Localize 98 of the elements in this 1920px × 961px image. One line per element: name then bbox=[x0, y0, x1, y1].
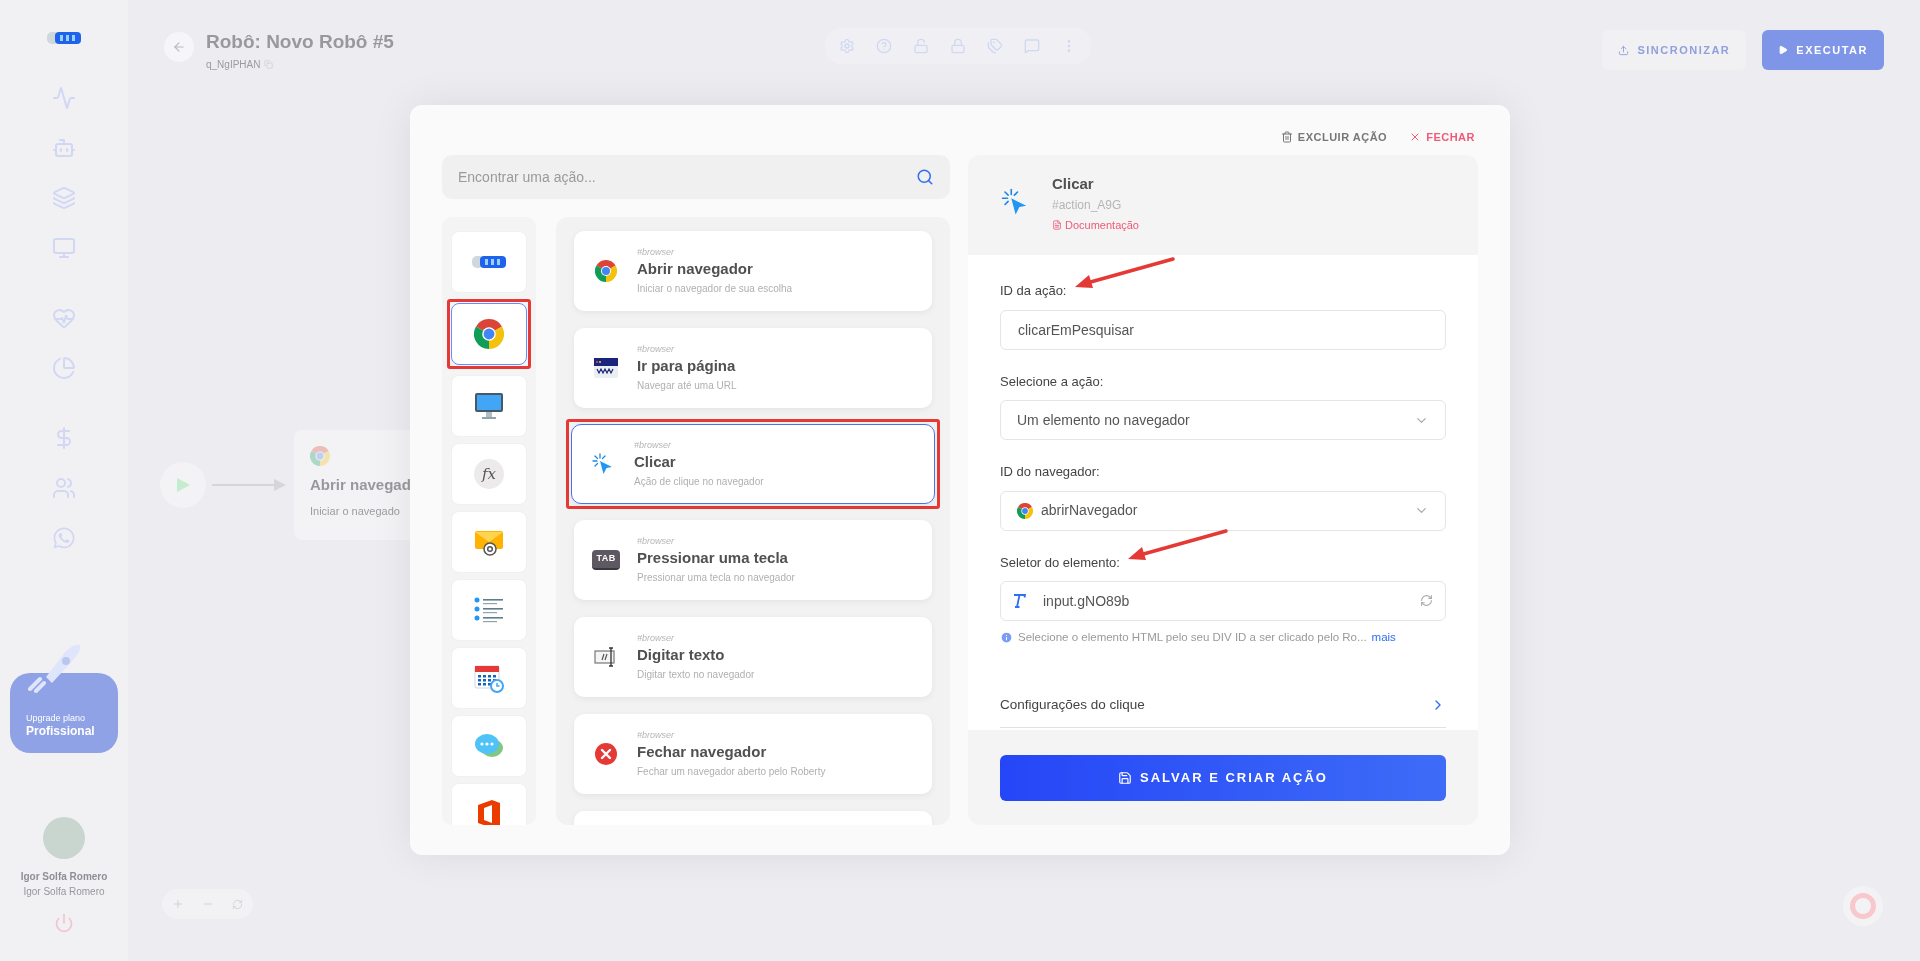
list-icon bbox=[474, 595, 504, 625]
robot-id: q_NgIPHAN bbox=[206, 57, 261, 72]
info-icon bbox=[1000, 631, 1013, 645]
field-hint: Selecione o elemento HTML pelo seu DIV ID a ser clicado pelo Ro... bbox=[1018, 630, 1367, 645]
zoom-in-icon[interactable] bbox=[172, 898, 184, 910]
start-node[interactable] bbox=[160, 462, 206, 508]
action-title: Clicar bbox=[634, 452, 677, 472]
more-link[interactable]: mais bbox=[1371, 629, 1396, 647]
detail-title: Clicar bbox=[1052, 174, 1095, 194]
function-icon: fx bbox=[474, 459, 504, 489]
chrome-icon bbox=[310, 446, 330, 466]
help-widget[interactable] bbox=[1843, 886, 1883, 926]
pulse-icon[interactable] bbox=[52, 86, 76, 110]
field-label: Selecione a ação: bbox=[1000, 372, 1104, 391]
tags-icon[interactable] bbox=[987, 38, 1004, 54]
web-page-icon bbox=[594, 358, 618, 378]
robot-title: Robô: Novo Robô #5 bbox=[206, 30, 394, 54]
field-label: Seletor do elemento: bbox=[1000, 553, 1120, 572]
save-icon bbox=[1118, 770, 1132, 785]
action-card[interactable]: #browser Fechar navegador Fechar um navegador aberto pelo Roberty bbox=[574, 714, 932, 794]
category-item[interactable]: fx bbox=[451, 443, 527, 505]
chrome-icon bbox=[595, 260, 617, 282]
action-description: Digitar texto no navegador bbox=[637, 667, 755, 682]
save-button[interactable]: SALVAR E CRIAR AÇÃO bbox=[1000, 754, 1446, 801]
action-description: Ação de clique no navegador bbox=[634, 474, 764, 489]
scanner-icon bbox=[472, 254, 506, 270]
click-settings-row[interactable]: Configurações do clique bbox=[1000, 682, 1446, 729]
action-card[interactable]: #browser Digitar texto Digitar texto no navegador bbox=[574, 617, 932, 697]
action-tag: #browser bbox=[634, 439, 764, 453]
back-arrow-icon bbox=[172, 40, 186, 54]
action-description: Navegar até uma URL bbox=[637, 378, 737, 393]
document-icon bbox=[1052, 219, 1062, 230]
play-icon bbox=[1778, 45, 1789, 55]
text-input-icon bbox=[594, 647, 618, 667]
search-field[interactable]: Encontrar uma ação... bbox=[442, 155, 950, 199]
action-title: Fechar navegador bbox=[637, 742, 768, 762]
field-label: ID da ação: bbox=[1000, 282, 1067, 300]
refresh-icon[interactable] bbox=[1420, 594, 1433, 607]
action-card[interactable]: #browser Abrir navegador Iniciar o navegador de sua escolha bbox=[574, 231, 932, 311]
calendar-clock-icon bbox=[474, 663, 504, 693]
robot-icon[interactable] bbox=[52, 136, 76, 160]
action-id-field[interactable]: clicarEmPesquisar bbox=[1000, 309, 1446, 350]
upgrade-label: Upgrade plano bbox=[26, 712, 87, 724]
action-tag: #browser bbox=[637, 343, 737, 357]
scanner-icon bbox=[47, 30, 81, 46]
key-icon: TAB bbox=[592, 550, 620, 570]
action-card[interactable]: TAB #browser Pressionar uma tecla Pressionar uma tecla no navegador bbox=[574, 520, 932, 600]
action-title: Abrir navegador bbox=[637, 259, 754, 279]
power-icon[interactable] bbox=[54, 913, 74, 933]
action-title: Digitar texto bbox=[637, 645, 726, 665]
action-id: #action_A9G bbox=[1052, 196, 1123, 214]
action-description: Iniciar o navegador de sua escolha bbox=[637, 281, 793, 296]
action-tag: #browser bbox=[637, 535, 795, 549]
search-icon[interactable] bbox=[916, 168, 934, 186]
play-icon bbox=[175, 477, 191, 493]
settings-icon[interactable] bbox=[839, 38, 856, 54]
action-title: Ir para página bbox=[637, 356, 737, 376]
pie-chart-icon[interactable] bbox=[52, 356, 76, 380]
help-icon[interactable] bbox=[876, 38, 893, 54]
selector-field[interactable]: input.gNO89b bbox=[1000, 581, 1446, 621]
action-description: Pressionar uma tecla no navegador bbox=[637, 570, 795, 585]
action-title: Pressionar uma tecla bbox=[637, 548, 789, 568]
layers-icon[interactable] bbox=[52, 186, 76, 210]
reset-icon[interactable] bbox=[232, 898, 243, 910]
action-description: Fechar um navegador aberto pelo Roberty bbox=[637, 764, 826, 779]
node-subtitle: Iniciar o navegado bbox=[310, 503, 401, 519]
action-tag: #browser bbox=[637, 246, 793, 260]
unlock-icon[interactable] bbox=[913, 38, 930, 54]
trash-icon bbox=[1280, 131, 1293, 143]
select-field[interactable]: Um elemento no navegador bbox=[1000, 400, 1446, 440]
chrome-icon bbox=[1017, 502, 1033, 519]
delete-action-button[interactable]: EXCLUIR AÇÃO bbox=[1280, 128, 1388, 146]
user-subtitle: Igor Solfa Romero bbox=[23, 885, 105, 899]
user-name: Igor Solfa Romero bbox=[20, 870, 108, 884]
office-icon bbox=[476, 799, 502, 825]
chat-bubble-icon[interactable] bbox=[52, 526, 76, 550]
upload-icon bbox=[1618, 44, 1630, 56]
action-tag: #browser bbox=[637, 729, 826, 743]
users-icon[interactable] bbox=[52, 476, 76, 500]
action-card[interactable]: #browser Clicar Ação de clique no navegador bbox=[571, 424, 935, 504]
node-title: Abrir navegad bbox=[310, 475, 412, 495]
desktop-computer-icon bbox=[474, 391, 504, 421]
action-card[interactable]: #browser Ir para página Navegar até uma URL bbox=[574, 328, 932, 408]
avatar bbox=[43, 817, 85, 859]
monitor-icon[interactable] bbox=[52, 236, 76, 260]
chat-icon[interactable] bbox=[1024, 38, 1041, 54]
lock-icon[interactable] bbox=[950, 38, 967, 54]
action-tag: #browser bbox=[637, 632, 755, 646]
rocket-icon bbox=[26, 643, 82, 693]
field-label: ID do navegador: bbox=[1000, 463, 1100, 481]
back-button[interactable] bbox=[164, 32, 194, 62]
heart-pulse-icon[interactable] bbox=[52, 306, 76, 330]
text-type-icon bbox=[1012, 593, 1026, 609]
close-circle-icon bbox=[595, 743, 617, 765]
chrome-icon bbox=[474, 319, 504, 349]
copy-icon[interactable] bbox=[264, 59, 274, 69]
select-field[interactable]: abrirNavegador bbox=[1000, 490, 1446, 531]
plan-name: Profissional bbox=[26, 724, 96, 739]
